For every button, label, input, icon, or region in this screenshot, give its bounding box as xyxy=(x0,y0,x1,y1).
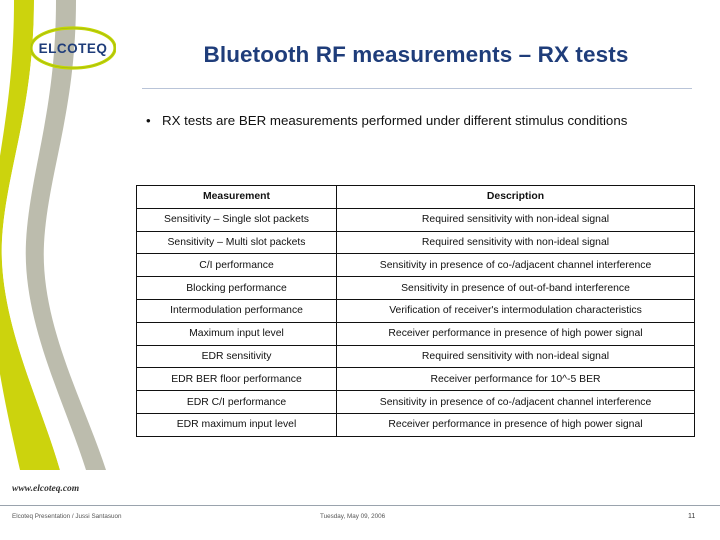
title-divider xyxy=(142,88,692,89)
elcoteq-logo: ELCOTEQ xyxy=(30,26,116,70)
company-url: www.elcoteq.com xyxy=(12,484,80,494)
footer-divider xyxy=(0,505,720,506)
footer-date: Tuesday, May 09, 2006 xyxy=(320,513,386,520)
footer-page-number: 11 xyxy=(688,513,696,520)
table-row: Maximum input level Receiver performance… xyxy=(136,321,695,346)
cell-description: Sensitivity in presence of co-/adjacent … xyxy=(336,253,695,278)
table-row: Sensitivity – Single slot packets Requir… xyxy=(136,207,695,232)
cell-description: Receiver performance in presence of high… xyxy=(336,412,695,437)
table-row: Blocking performance Sensitivity in pres… xyxy=(136,276,695,300)
cell-measurement: EDR C/I performance xyxy=(136,390,337,414)
cell-description: Receiver performance for 10^-5 BER xyxy=(336,367,695,392)
measurements-table-wrap: Measurement Description Sensitivity – Si… xyxy=(136,185,695,437)
svg-text:ELCOTEQ: ELCOTEQ xyxy=(39,41,108,56)
cell-measurement: EDR sensitivity xyxy=(136,344,337,369)
cell-description: Sensitivity in presence of co-/adjacent … xyxy=(336,390,695,414)
cell-measurement: EDR BER floor performance xyxy=(136,367,337,392)
bullet-marker-icon: • xyxy=(146,113,151,128)
cell-measurement: Blocking performance xyxy=(136,276,337,300)
table-row: EDR maximum input level Receiver perform… xyxy=(136,412,695,437)
cell-measurement: Maximum input level xyxy=(136,321,337,346)
table-row: EDR C/I performance Sensitivity in prese… xyxy=(136,390,695,414)
cell-measurement: Intermodulation performance xyxy=(136,298,337,323)
cell-description: Required sensitivity with non-ideal sign… xyxy=(336,344,695,369)
table-row: Intermodulation performance Verification… xyxy=(136,298,695,323)
table-row: Sensitivity – Multi slot packets Require… xyxy=(136,230,695,255)
cell-description: Sensitivity in presence of out-of-band i… xyxy=(336,276,695,300)
page-title: Bluetooth RF measurements – RX tests xyxy=(203,42,629,67)
cell-description: Required sensitivity with non-ideal sign… xyxy=(336,207,695,232)
cell-measurement: Sensitivity – Multi slot packets xyxy=(136,230,337,255)
table-row: C/I performance Sensitivity in presence … xyxy=(136,253,695,278)
table-header-description: Description xyxy=(336,185,695,209)
footer-author: Elcoteq Presentation / Jussi Santasuon xyxy=(12,513,122,520)
table-header-measurement: Measurement xyxy=(136,185,337,209)
bullet-text: RX tests are BER measurements performed … xyxy=(162,113,628,128)
table-row: EDR BER floor performance Receiver perfo… xyxy=(136,367,695,392)
slide: ELCOTEQ Bluetooth RF measurements – RX t… xyxy=(0,0,720,540)
table-row: EDR sensitivity Required sensitivity wit… xyxy=(136,344,695,369)
cell-description: Verification of receiver's intermodulati… xyxy=(336,298,695,323)
cell-measurement: C/I performance xyxy=(136,253,337,278)
measurements-table: Measurement Description Sensitivity – Si… xyxy=(136,185,695,437)
table-header-row: Measurement Description xyxy=(136,185,695,209)
cell-measurement: EDR maximum input level xyxy=(136,412,337,437)
cell-description: Receiver performance in presence of high… xyxy=(336,321,695,346)
cell-measurement: Sensitivity – Single slot packets xyxy=(136,207,337,232)
cell-description: Required sensitivity with non-ideal sign… xyxy=(336,230,695,255)
bullet-item: • RX tests are BER measurements performe… xyxy=(146,112,686,130)
